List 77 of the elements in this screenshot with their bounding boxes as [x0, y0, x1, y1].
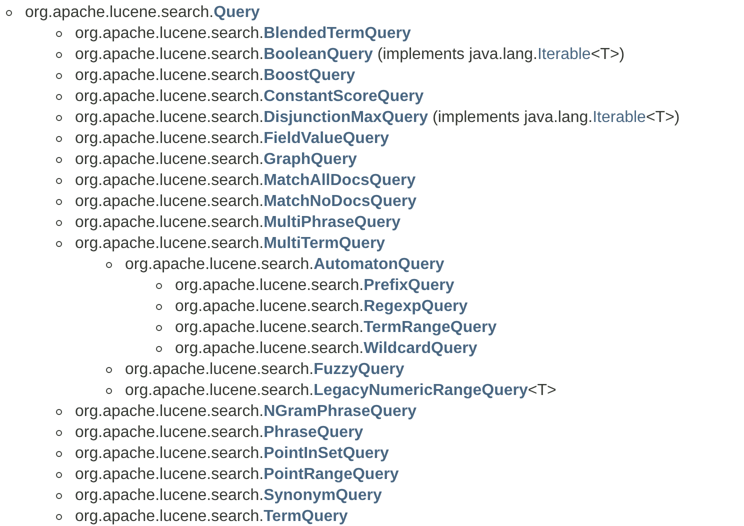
class-entry: org.apache.lucene.search.MultiPhraseQuery — [75, 213, 401, 233]
class-link[interactable]: ConstantScoreQuery — [264, 88, 424, 105]
interface-link[interactable]: Iterable — [592, 109, 646, 126]
bullet-icon — [106, 262, 112, 268]
class-link[interactable]: AutomatonQuery — [314, 256, 444, 273]
bullet-icon — [156, 304, 162, 310]
class-link[interactable]: MatchNoDocsQuery — [264, 193, 416, 210]
class-entry: org.apache.lucene.search.TermQuery — [75, 507, 348, 526]
class-entry: org.apache.lucene.search.FieldValueQuery — [75, 129, 389, 149]
class-entry: org.apache.lucene.search.GraphQuery — [75, 150, 357, 170]
class-link[interactable]: MultiPhraseQuery — [264, 214, 401, 231]
class-entry: org.apache.lucene.search.NGramPhraseQuery — [75, 402, 417, 422]
class-entry: org.apache.lucene.search.ConstantScoreQuery — [75, 87, 424, 107]
bullet-icon — [56, 514, 62, 520]
bullet-icon — [56, 472, 62, 478]
bullet-icon — [56, 220, 62, 226]
class-link[interactable]: WildcardQuery — [364, 340, 478, 357]
class-link[interactable]: SynonymQuery — [264, 487, 382, 504]
class-link[interactable]: FieldValueQuery — [264, 130, 389, 147]
class-entry: org.apache.lucene.search.WildcardQuery — [175, 339, 478, 359]
bullet-icon — [56, 430, 62, 436]
class-entry: org.apache.lucene.search.BlendedTermQuery — [75, 24, 411, 44]
class-link[interactable]: LegacyNumericRangeQuery — [314, 382, 528, 399]
bullet-icon — [56, 94, 62, 100]
bullet-icon — [56, 136, 62, 142]
class-entry: org.apache.lucene.search.FuzzyQuery — [125, 360, 404, 380]
class-entry: org.apache.lucene.search.DisjunctionMaxQuery (implements java.lang.Iterable<T>) — [75, 108, 680, 128]
class-link[interactable]: MultiTermQuery — [264, 235, 386, 252]
bullet-icon — [56, 450, 62, 456]
class-link[interactable]: PointInSetQuery — [264, 445, 389, 462]
class-entry: org.apache.lucene.search.Query — [25, 3, 260, 23]
bullet-icon — [156, 324, 162, 330]
class-link[interactable]: PrefixQuery — [364, 277, 454, 294]
bullet-icon — [106, 366, 112, 372]
bullet-icon — [56, 114, 62, 120]
class-link[interactable]: Query — [214, 4, 260, 21]
class-entry: org.apache.lucene.search.SynonymQuery — [75, 486, 382, 506]
bullet-icon — [6, 10, 12, 16]
class-entry: org.apache.lucene.search.BoostQuery — [75, 66, 356, 86]
class-link[interactable]: RegexpQuery — [364, 298, 468, 315]
class-entry: org.apache.lucene.search.PhraseQuery — [75, 423, 364, 443]
class-entry: org.apache.lucene.search.PointInSetQuery — [75, 444, 389, 464]
class-link[interactable]: PointRangeQuery — [264, 466, 399, 483]
class-link[interactable]: TermQuery — [264, 508, 348, 525]
bullet-icon — [156, 282, 162, 288]
class-entry: org.apache.lucene.search.PointRangeQuery — [75, 465, 399, 485]
class-entry: org.apache.lucene.search.PrefixQuery — [175, 276, 454, 296]
class-entry: org.apache.lucene.search.TermRangeQuery — [175, 318, 497, 338]
bullet-icon — [56, 30, 62, 36]
class-link[interactable]: BooleanQuery — [264, 46, 373, 63]
class-link[interactable]: GraphQuery — [264, 151, 357, 168]
class-link[interactable]: DisjunctionMaxQuery — [264, 109, 428, 126]
class-entry: org.apache.lucene.search.RegexpQuery — [175, 297, 468, 317]
bullet-icon — [56, 178, 62, 184]
class-link[interactable]: BlendedTermQuery — [264, 25, 411, 42]
class-entry: org.apache.lucene.search.MatchNoDocsQuery — [75, 192, 416, 212]
class-entry: org.apache.lucene.search.AutomatonQuery — [125, 255, 444, 275]
interface-link[interactable]: Iterable — [537, 46, 591, 63]
class-link[interactable]: PhraseQuery — [264, 424, 364, 441]
bullet-icon — [56, 240, 62, 246]
bullet-icon — [56, 408, 62, 414]
bullet-icon — [56, 156, 62, 162]
class-link[interactable]: BoostQuery — [264, 67, 356, 84]
bullet-icon — [56, 198, 62, 204]
class-entry: org.apache.lucene.search.MatchAllDocsQuery — [75, 171, 416, 191]
bullet-icon — [56, 52, 62, 58]
class-entry: org.apache.lucene.search.MultiTermQuery — [75, 234, 386, 254]
class-entry: org.apache.lucene.search.LegacyNumericRangeQuery<T> — [125, 381, 556, 401]
bullet-icon — [56, 72, 62, 78]
class-link[interactable]: FuzzyQuery — [314, 361, 404, 378]
bullet-icon — [56, 492, 62, 498]
class-link[interactable]: MatchAllDocsQuery — [264, 172, 416, 189]
class-entry: org.apache.lucene.search.BooleanQuery (implements java.lang.Iterable<T>) — [75, 45, 625, 65]
bullet-icon — [106, 388, 112, 394]
bullet-icon — [156, 346, 162, 352]
class-link[interactable]: NGramPhraseQuery — [264, 403, 417, 420]
class-link[interactable]: TermRangeQuery — [364, 319, 497, 336]
